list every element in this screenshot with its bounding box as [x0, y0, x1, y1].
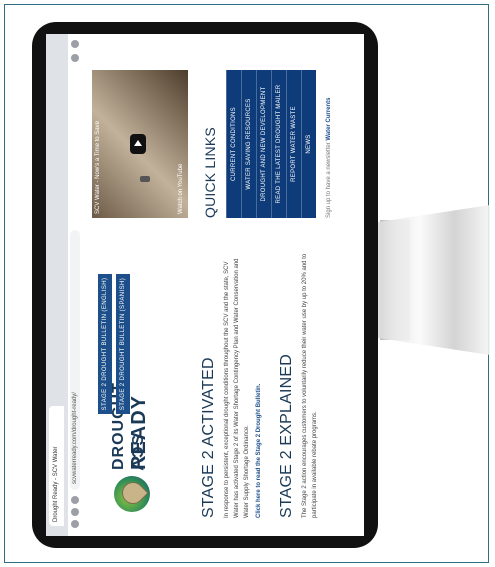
stage2-bulletin-link-text[interactable]: Click here to read the Stage 2 Drought B… [256, 384, 262, 518]
play-button-icon[interactable] [130, 134, 146, 154]
quick-link-report-water-waste[interactable]: REPORT WATER WASTE [286, 70, 301, 218]
stage2-bulletin-link[interactable]: Click here to read the Stage 2 Drought B… [254, 248, 264, 518]
monitor-stand [372, 205, 490, 355]
youtube-watch-label[interactable]: Watch on YouTube [178, 164, 184, 214]
scroll-indicator[interactable] [140, 176, 150, 182]
bulletin-buttons: STAGE 2 DROUGHT BULLETIN (ENGLISH) STAGE… [98, 274, 134, 414]
video-title: SCV Water - Now's a Time to Save [95, 121, 101, 214]
profile-avatar-icon[interactable] [71, 54, 79, 62]
back-icon[interactable] [71, 520, 79, 528]
quick-links-panel: QUICK LINKS CURRENT CONDITIONS WATER SAV… [202, 70, 332, 218]
page-content: DROUGHT ꓥƆS READY STAGE 2 DROUGHT BULLET… [82, 34, 364, 536]
quick-link-drought-new-development[interactable]: DROUGHT AND NEW DEVELOPMENT [256, 70, 271, 218]
stage2-explained-title: STAGE 2 EXPLAINED [278, 353, 295, 518]
quick-links-title: QUICK LINKS [202, 127, 218, 218]
forward-icon[interactable] [71, 508, 79, 516]
newsletter-signup-text: Sign up to have a newsletter [326, 142, 332, 218]
menu-icon[interactable] [71, 40, 79, 48]
stage2-explained-text: The Stage 2 action encourages customers … [302, 253, 318, 518]
monitor-screen: Drought Ready - SCV Water scvwaterready.… [46, 34, 364, 536]
browser-tab[interactable]: Drought Ready - SCV Water [49, 406, 64, 526]
stage2-activated-text: In response to persistent, exceptional d… [224, 258, 250, 518]
browser-toolbar: scvwaterready.com/drought-ready/ [68, 34, 83, 536]
quick-link-water-saving-resources[interactable]: WATER SAVING RESOURCES [241, 70, 256, 218]
photo-scene: Drought Ready - SCV Water scvwaterready.… [0, 0, 495, 567]
bulletin-spanish-button[interactable]: STAGE 2 DROUGHT BULLETIN (SPANISH) [116, 274, 130, 414]
reload-icon[interactable] [71, 496, 79, 504]
quick-link-news[interactable]: NEWS [301, 70, 316, 218]
newsletter-signup-link[interactable]: Water Currents [326, 97, 332, 140]
newsletter-signup: Sign up to have a newsletter Water Curre… [326, 70, 332, 218]
stage2-activated-title: STAGE 2 ACTIVATED [200, 357, 217, 518]
browser-tabstrip: Drought Ready - SCV Water [46, 34, 68, 536]
quick-link-current-conditions[interactable]: CURRENT CONDITIONS [226, 70, 241, 218]
address-bar[interactable]: scvwaterready.com/drought-ready/ [70, 230, 80, 490]
quick-link-drought-mailer[interactable]: READ THE LATEST DROUGHT MAILER [271, 70, 286, 218]
embedded-video[interactable]: SCV Water - Now's a Time to Save Watch o… [92, 70, 188, 218]
bulletin-english-button[interactable]: STAGE 2 DROUGHT BULLETIN (ENGLISH) [98, 274, 112, 414]
web-page-rotated: Drought Ready - SCV Water scvwaterready.… [46, 34, 364, 536]
drought-ready-logo: DROUGHT ꓥƆS READY [92, 382, 172, 518]
